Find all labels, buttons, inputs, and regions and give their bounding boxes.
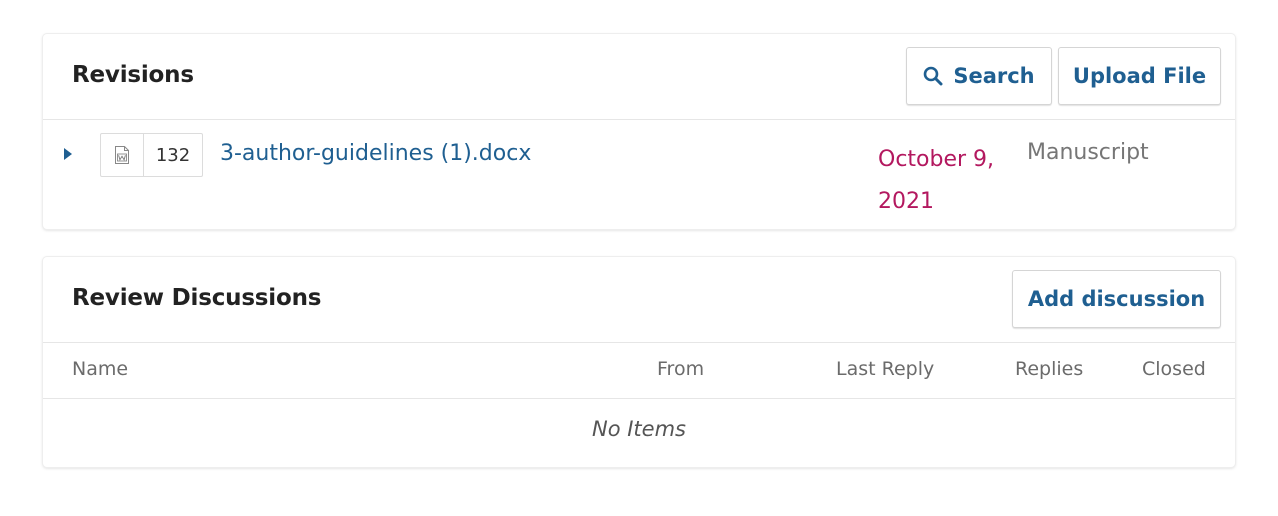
word-document-icon [101, 134, 144, 176]
column-header-name: Name [72, 358, 129, 380]
file-date: October 9, 2021 [878, 147, 995, 214]
discussions-table-header: Name From Last Reply Replies Closed [43, 342, 1235, 399]
file-stage: Manuscript [1027, 140, 1149, 165]
column-header-from: From [657, 358, 705, 380]
revisions-panel: Revisions Search Upload File 132 3-autho… [43, 34, 1235, 229]
discussions-title: Review Discussions [72, 285, 322, 311]
column-header-closed: Closed [1142, 358, 1206, 380]
search-icon [924, 66, 943, 86]
add-discussion-button-label: Add discussion [1027, 287, 1206, 311]
column-header-last-reply: Last Reply [836, 358, 935, 380]
upload-file-button[interactable]: Upload File [1058, 47, 1221, 105]
add-discussion-button[interactable]: Add discussion [1012, 270, 1221, 328]
revisions-title: Revisions [72, 62, 194, 88]
upload-file-button-label: Upload File [1072, 64, 1207, 88]
search-button-label: Search [953, 64, 1035, 88]
search-button[interactable]: Search [906, 47, 1052, 105]
column-header-replies: Replies [1015, 358, 1084, 380]
discussions-header: Review Discussions Add discussion [43, 257, 1235, 343]
revisions-header: Revisions Search Upload File [43, 34, 1235, 120]
empty-state-text: No Items [592, 417, 686, 441]
expand-row-toggle-icon[interactable] [64, 148, 72, 160]
file-name-link[interactable]: 3-author-guidelines (1).docx [220, 141, 531, 166]
review-discussions-panel: Review Discussions Add discussion Name F… [43, 257, 1235, 467]
file-badge: 132 [100, 133, 203, 177]
file-id: 132 [155, 144, 191, 166]
